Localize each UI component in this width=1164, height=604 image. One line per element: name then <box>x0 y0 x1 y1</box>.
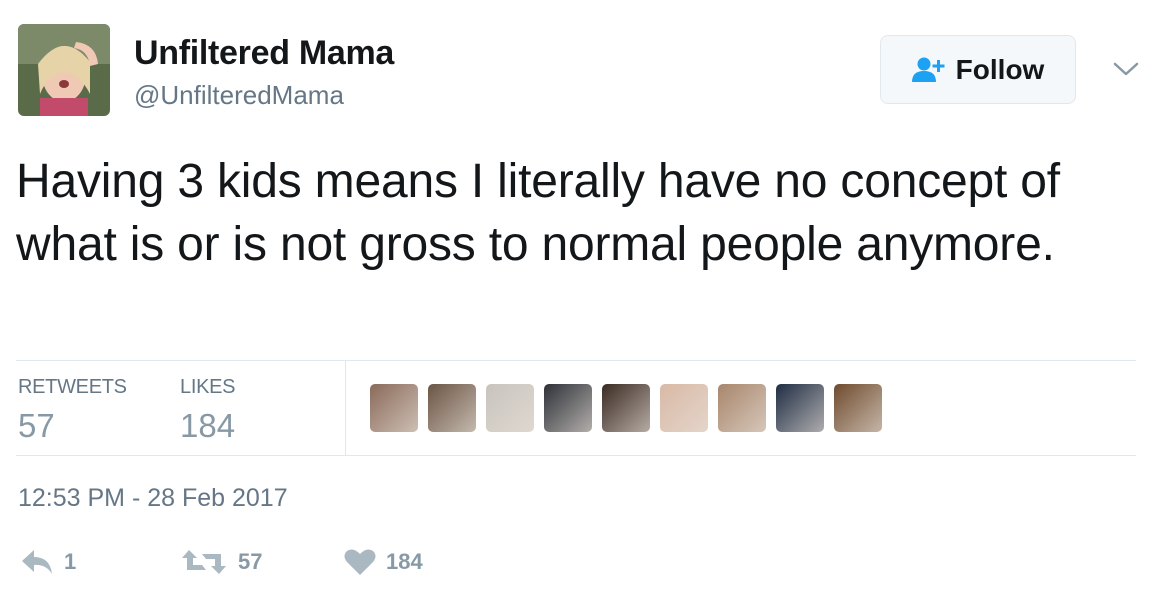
liker-avatar-3[interactable] <box>486 384 534 432</box>
liker-avatar-7[interactable] <box>718 384 766 432</box>
likes-label: LIKES <box>180 376 236 398</box>
tweet-timestamp[interactable]: 12:53 PM - 28 Feb 2017 <box>18 484 288 513</box>
retweet-count: 57 <box>238 549 263 574</box>
retweets-count: 57 <box>18 407 55 444</box>
liker-avatar-5[interactable] <box>602 384 650 432</box>
liker-avatar-6[interactable] <box>660 384 708 432</box>
liker-avatar-4[interactable] <box>544 384 592 432</box>
retweets-label: RETWEETS <box>18 376 127 398</box>
liker-avatar-9[interactable] <box>834 384 882 432</box>
retweets-stat[interactable]: RETWEETS 57 <box>18 376 127 445</box>
stats-divider <box>345 361 346 455</box>
likes-stat[interactable]: LIKES 184 <box>180 376 236 445</box>
heart-icon <box>344 549 376 575</box>
liker-avatar-8[interactable] <box>776 384 824 432</box>
retweet-button[interactable]: 57 <box>180 548 262 576</box>
likes-count: 184 <box>180 407 236 444</box>
like-count: 184 <box>386 549 423 574</box>
add-user-icon <box>911 57 945 82</box>
retweet-icon <box>182 550 226 574</box>
reply-count: 1 <box>64 549 77 574</box>
tweet-text: Having 3 kids means I literally have no … <box>16 155 1060 271</box>
liker-avatar-1[interactable] <box>370 384 418 432</box>
user-handle[interactable]: @UnfilteredMama <box>134 80 344 111</box>
display-name[interactable]: Unfiltered Mama <box>134 34 394 73</box>
divider-top <box>16 360 1136 361</box>
reply-icon <box>22 550 52 574</box>
chevron-down-icon[interactable] <box>1112 58 1140 80</box>
avatar-image <box>18 24 110 116</box>
profile-avatar[interactable] <box>18 24 110 116</box>
like-button[interactable]: 184 <box>344 548 423 576</box>
liker-avatar-2[interactable] <box>428 384 476 432</box>
reply-button[interactable]: 1 <box>20 548 76 576</box>
divider-bottom <box>16 455 1136 456</box>
likers-avatars <box>370 384 882 432</box>
follow-button[interactable]: Follow <box>880 35 1076 104</box>
follow-label: Follow <box>955 53 1045 85</box>
